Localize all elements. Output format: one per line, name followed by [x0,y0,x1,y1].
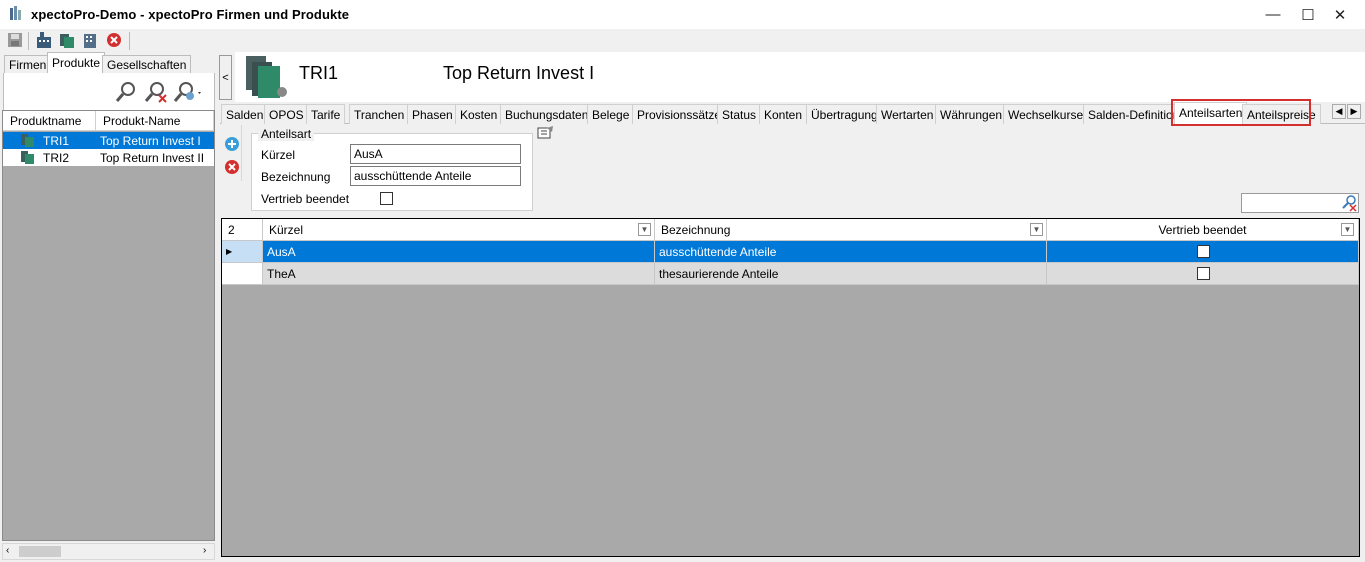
tree-row[interactable]: TRI2 Top Return Invest II [3,149,214,166]
company-add-icon[interactable] [35,31,53,49]
search-settings-icon[interactable] [172,80,204,104]
scroll-right-icon[interactable]: › [203,545,206,556]
product-icon [21,151,34,164]
tree-row-label: Top Return Invest II [100,151,205,165]
cell-vertrieb[interactable] [1047,263,1359,285]
kuerzel-field[interactable]: AusA [350,144,521,164]
cell-kuerzel[interactable]: TheA [263,263,655,285]
product-header [235,52,1365,102]
clear-search-icon[interactable] [143,80,169,104]
tab-salden[interactable]: Salden [221,104,269,124]
column-header-bezeichnung[interactable]: Bezeichnung ▼ [655,219,1047,241]
toolbar [0,29,1365,52]
clear-filter-icon[interactable] [1340,194,1358,212]
column-header-vertrieb-beendet[interactable]: Vertrieb beendet ▼ [1047,219,1359,241]
chevron-down-icon[interactable]: ▼ [1030,223,1043,236]
tab-tranchen[interactable]: Tranchen [349,104,410,124]
tab-phasen[interactable]: Phasen [407,104,458,124]
product-tree: Produktname Produkt-Name TRI1 Top Return… [2,110,215,541]
tab-uebertragung[interactable]: Übertragung [806,104,883,124]
tree-row-code: TRI1 [43,134,70,148]
tab-buchungsdaten[interactable]: Buchungsdaten [500,104,594,124]
product-icon[interactable] [58,31,76,49]
chevron-down-icon[interactable]: ▼ [638,223,651,236]
cell-bezeichnung[interactable]: ausschüttende Anteile [655,241,1047,263]
building-icon[interactable] [81,31,99,49]
tree-header: Produktname Produkt-Name [3,111,214,131]
toolbar-separator [129,32,130,50]
notes-icon[interactable] [537,125,555,141]
tab-waehrungen[interactable]: Währungen [935,104,1008,124]
app-icon [10,6,21,20]
column-header-produktname[interactable]: Produktname [3,111,96,131]
tab-scroll-right-icon[interactable]: ▶ [1347,104,1361,119]
group-title: Anteilsart [258,127,315,141]
product-code: TRI1 [299,63,339,83]
kuerzel-label: Kürzel [261,148,296,162]
tree-row[interactable]: TRI1 Top Return Invest I [3,132,214,149]
delete-icon[interactable] [224,159,240,175]
column-header-bezeichnung-label: Bezeichnung [661,223,731,237]
vertrieb-checkbox[interactable] [1197,267,1210,280]
cell-vertrieb[interactable] [1047,241,1359,263]
row-count: 2 [222,219,263,241]
column-header-kuerzel[interactable]: Kürzel ▼ [263,219,655,241]
scroll-left-icon[interactable]: ‹ [6,545,9,556]
tab-provisionssaetze[interactable]: Provisionssätze [632,104,727,124]
tab-produkte[interactable]: Produkte [47,52,106,74]
tab-wechselkurse[interactable]: Wechselkurse [1003,104,1089,124]
title-bar: xpectoPro-Demo - xpectoPro Firmen und Pr… [0,0,1365,29]
table-row[interactable]: ▶ AusA ausschüttende Anteile [222,241,1359,263]
table-row[interactable]: TheA thesaurierende Anteile [222,263,1359,285]
tree-row-label: Top Return Invest I [100,134,201,148]
collapse-panel-button[interactable]: < [219,55,232,100]
cancel-icon[interactable] [105,31,123,49]
product-name: Top Return Invest I [443,63,595,83]
row-indicator-icon: ▶ [222,241,263,263]
vertrieb-beendet-checkbox[interactable] [380,192,393,205]
horizontal-scrollbar[interactable]: ‹ › [2,543,215,560]
cell-kuerzel[interactable]: AusA [263,241,655,263]
close-button[interactable]: ✕ [1317,0,1363,29]
tab-wertarten[interactable]: Wertarten [876,104,939,124]
scroll-thumb[interactable] [19,546,61,557]
tab-salden-definition[interactable]: Salden-Definition [1083,104,1185,124]
toolbar-separator [28,32,29,50]
tab-firmen[interactable]: Firmen [4,55,52,73]
tab-gesellschaften[interactable]: Gesellschaften [102,55,192,73]
tab-kosten[interactable]: Kosten [455,104,503,124]
save-icon[interactable] [6,31,24,49]
tab-status[interactable]: Status [717,104,762,124]
window-title: xpectoPro-Demo - xpectoPro Firmen und Pr… [31,7,350,22]
column-header-produkt-name[interactable]: Produkt-Name [96,111,214,131]
tab-konten[interactable]: Konten [759,104,808,124]
add-icon[interactable] [224,136,240,152]
search-icon[interactable] [114,80,138,104]
grid-header: 2 Kürzel ▼ Bezeichnung ▼ Vertrieb beende… [222,219,1359,241]
tab-belege[interactable]: Belege [587,104,635,124]
product-icon [21,134,34,147]
vertrieb-beendet-label: Vertrieb beendet [261,192,350,206]
tab-opos[interactable]: OPOS [264,104,309,124]
tab-tarife[interactable]: Tarife [306,104,346,124]
tab-highlight-box [1171,99,1311,126]
tree-row-code: TRI2 [43,151,70,165]
column-header-vertrieb-label: Vertrieb beendet [1158,223,1247,237]
column-header-kuerzel-label: Kürzel [269,223,304,237]
anteilsarten-grid: 2 Kürzel ▼ Bezeichnung ▼ Vertrieb beende… [221,218,1360,557]
vertrieb-checkbox[interactable] [1197,245,1210,258]
chevron-down-icon[interactable]: ▼ [1341,223,1354,236]
row-indicator-icon [222,263,263,285]
bezeichnung-label: Bezeichnung [261,170,331,184]
tab-scroll-left-icon[interactable]: ◀ [1332,104,1346,119]
product-large-icon [246,56,287,98]
bezeichnung-field[interactable]: ausschüttende Anteile [350,166,521,186]
cell-bezeichnung[interactable]: thesaurierende Anteile [655,263,1047,285]
